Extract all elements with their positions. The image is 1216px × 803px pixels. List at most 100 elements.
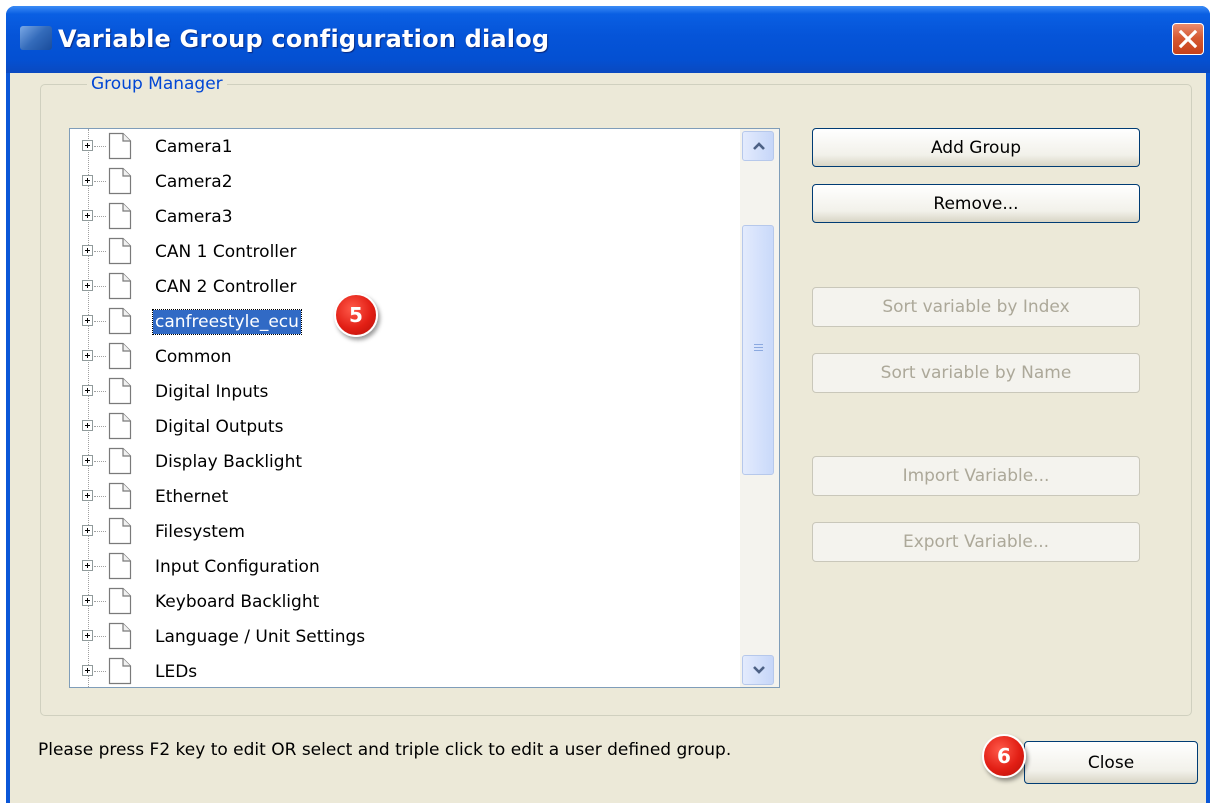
tree-connector [94, 531, 106, 532]
tree-connector [94, 181, 106, 182]
tree-connector [94, 356, 106, 357]
tree-item[interactable]: Display Backlight [70, 444, 734, 479]
plus-icon[interactable] [82, 210, 93, 221]
document-icon [108, 272, 132, 300]
sort-by-index-button[interactable]: Sort variable by Index [812, 287, 1140, 327]
plus-icon[interactable] [82, 595, 93, 606]
plus-icon[interactable] [82, 665, 93, 676]
tree-item-label: Camera2 [155, 172, 233, 192]
tree-item-label: LEDs [155, 662, 198, 682]
app-icon [20, 26, 52, 50]
plus-icon[interactable] [82, 385, 93, 396]
plus-icon[interactable] [82, 630, 93, 641]
dialog-body: Group Manager Camera1 Camera2 Camera3 CAN 1… [10, 73, 1206, 803]
document-icon [108, 307, 132, 335]
tree-connector [94, 286, 106, 287]
title-close-button[interactable] [1172, 23, 1204, 55]
tree-item-label: Camera3 [155, 207, 233, 227]
scroll-thumb[interactable] [742, 225, 774, 475]
document-icon [108, 342, 132, 370]
plus-icon[interactable] [82, 140, 93, 151]
tree-item[interactable]: Digital Inputs [70, 374, 734, 409]
tree-item[interactable]: Ethernet [70, 479, 734, 514]
sort-by-name-button[interactable]: Sort variable by Name [812, 353, 1140, 393]
tree-item[interactable]: Input Configuration [70, 549, 734, 584]
add-group-button[interactable]: Add Group [812, 128, 1140, 167]
tree-connector [94, 146, 106, 147]
document-icon [108, 447, 132, 475]
tree-item[interactable]: Language / Unit Settings [70, 619, 734, 654]
document-icon [108, 622, 132, 650]
tree-item[interactable]: Camera2 [70, 164, 734, 199]
tree-item-label: Digital Outputs [155, 417, 284, 437]
tree-connector [94, 321, 106, 322]
tree-connector [94, 216, 106, 217]
dialog-window: Variable Group configuration dialog Grou… [6, 6, 1210, 803]
document-icon [108, 377, 132, 405]
tree-item-label: canfreestyle_ecu [152, 309, 302, 335]
plus-icon[interactable] [82, 560, 93, 571]
export-variable-button[interactable]: Export Variable... [812, 522, 1140, 562]
plus-icon[interactable] [82, 350, 93, 361]
tree-connector [94, 426, 106, 427]
tree-item-label: Camera1 [155, 137, 233, 157]
document-icon [108, 412, 132, 440]
plus-icon[interactable] [82, 490, 93, 501]
plus-icon[interactable] [82, 420, 93, 431]
tree-item-label: Filesystem [155, 522, 245, 542]
tree-connector [94, 636, 106, 637]
tree-item[interactable]: Keyboard Backlight [70, 584, 734, 619]
plus-icon[interactable] [82, 455, 93, 466]
tree-item-label: Digital Inputs [155, 382, 269, 402]
plus-icon[interactable] [82, 315, 93, 326]
close-icon [1178, 29, 1198, 49]
tree-item[interactable]: canfreestyle_ecu [70, 304, 734, 339]
document-icon [108, 167, 132, 195]
close-button[interactable]: Close [1024, 741, 1198, 784]
import-variable-button[interactable]: Import Variable... [812, 456, 1140, 496]
tree-item[interactable]: CAN 2 Controller [70, 269, 734, 304]
document-icon [108, 202, 132, 230]
plus-icon[interactable] [82, 245, 93, 256]
document-icon [108, 517, 132, 545]
scroll-down-button[interactable] [742, 655, 774, 685]
tree-connector [94, 671, 106, 672]
group-tree[interactable]: Camera1 Camera2 Camera3 CAN 1 Controller CAN… [69, 128, 780, 688]
tree-connector [94, 566, 106, 567]
help-text: Please press F2 key to edit OR select an… [38, 740, 732, 760]
tree-item[interactable]: Filesystem [70, 514, 734, 549]
callout-badge-5: 5 [334, 293, 378, 337]
tree-connector [94, 391, 106, 392]
tree-item-label: CAN 1 Controller [155, 242, 297, 262]
plus-icon[interactable] [82, 525, 93, 536]
document-icon [108, 657, 132, 685]
remove-button[interactable]: Remove... [812, 184, 1140, 223]
window-title: Variable Group configuration dialog [58, 25, 550, 53]
tree-item-label: Common [155, 347, 232, 367]
tree-item-label: Input Configuration [155, 557, 320, 577]
tree-item[interactable]: Camera3 [70, 199, 734, 234]
tree-item[interactable]: Camera1 [70, 129, 734, 164]
group-manager-legend: Group Manager [87, 74, 227, 94]
document-icon [108, 587, 132, 615]
tree-item-label: CAN 2 Controller [155, 277, 297, 297]
document-icon [108, 552, 132, 580]
tree-item-label: Display Backlight [155, 452, 303, 472]
tree-connector [94, 496, 106, 497]
chevron-up-icon [753, 142, 765, 150]
plus-icon[interactable] [82, 175, 93, 186]
document-icon [108, 132, 132, 160]
tree-item[interactable]: Common [70, 339, 734, 374]
scroll-up-button[interactable] [742, 131, 774, 161]
tree-item[interactable]: CAN 1 Controller [70, 234, 734, 269]
tree-connector [94, 461, 106, 462]
tree-scrollbar[interactable] [740, 129, 779, 687]
tree-item-label: Ethernet [155, 487, 229, 507]
title-bar[interactable]: Variable Group configuration dialog [6, 6, 1210, 73]
tree-item[interactable]: LEDs [70, 654, 734, 687]
scroll-grip-icon [754, 344, 763, 353]
document-icon [108, 482, 132, 510]
callout-badge-6: 6 [982, 734, 1026, 778]
tree-item[interactable]: Digital Outputs [70, 409, 734, 444]
plus-icon[interactable] [82, 280, 93, 291]
